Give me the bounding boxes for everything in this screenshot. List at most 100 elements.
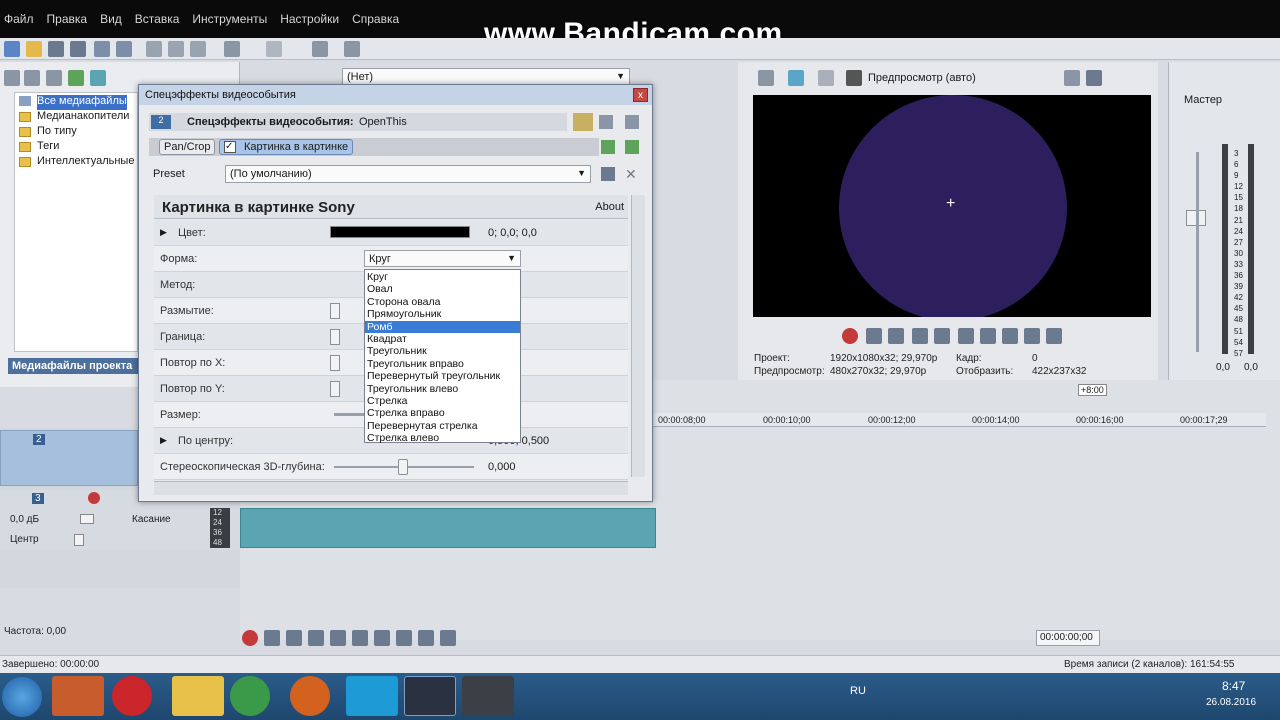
shape-select[interactable]: Круг ▼ xyxy=(364,250,521,267)
border-slider[interactable] xyxy=(330,329,340,345)
properties-icon[interactable] xyxy=(116,41,132,57)
prev-frame-icon[interactable] xyxy=(1024,328,1040,344)
language-indicator[interactable]: RU xyxy=(850,685,866,697)
list-view-icon[interactable] xyxy=(573,113,593,131)
refresh-icon[interactable] xyxy=(68,70,84,86)
shape-option[interactable]: Квадрат xyxy=(365,333,520,345)
pan-slider[interactable] xyxy=(74,534,84,546)
whats-this-icon[interactable] xyxy=(344,41,360,57)
menu-edit[interactable]: Правка xyxy=(47,12,88,26)
go-start-icon[interactable] xyxy=(374,630,390,646)
shape-option[interactable]: Сторона овала xyxy=(365,296,520,308)
arm-record-icon[interactable] xyxy=(88,492,100,504)
vegas-icon[interactable] xyxy=(404,676,456,716)
shape-option[interactable]: Перевернутый треугольник xyxy=(365,370,520,382)
save-as-icon[interactable] xyxy=(70,41,86,57)
media-player-icon[interactable] xyxy=(52,676,104,716)
render-icon[interactable] xyxy=(94,41,110,57)
loop-icon[interactable] xyxy=(264,630,280,646)
clock-date[interactable]: 26.08.2016 xyxy=(1206,697,1256,708)
go-end-icon[interactable] xyxy=(1002,328,1018,344)
prev-frame-icon[interactable] xyxy=(418,630,434,646)
menu-help[interactable]: Справка xyxy=(352,12,399,26)
redo-icon[interactable] xyxy=(266,41,282,57)
media-tab[interactable]: Медиафайлы проекта xyxy=(8,358,138,374)
pause-icon[interactable] xyxy=(934,328,950,344)
paste-icon[interactable] xyxy=(190,41,206,57)
shape-option[interactable]: Стрелка xyxy=(365,395,520,407)
pause-icon[interactable] xyxy=(330,630,346,646)
video-track-header[interactable]: 2 xyxy=(0,430,138,486)
search-icon[interactable] xyxy=(90,70,106,86)
menu-insert[interactable]: Вставка xyxy=(135,12,180,26)
bandicam-icon[interactable] xyxy=(462,676,514,716)
go-start-icon[interactable] xyxy=(980,328,996,344)
stop-icon[interactable] xyxy=(958,328,974,344)
tree-item-tags[interactable]: Теги xyxy=(19,140,59,155)
fx-icon[interactable] xyxy=(818,70,834,86)
stereo-depth-value[interactable]: 0,000 xyxy=(488,461,516,473)
preview-props-icon[interactable] xyxy=(758,70,774,86)
next-frame-icon[interactable] xyxy=(1046,328,1062,344)
cut-icon[interactable] xyxy=(146,41,162,57)
play-icon[interactable] xyxy=(912,328,928,344)
video-preview-screen[interactable]: + xyxy=(753,95,1151,317)
audio-event-waveform[interactable] xyxy=(240,508,656,548)
close-icon[interactable]: x xyxy=(633,88,648,102)
expand-icon[interactable]: ▶ xyxy=(160,435,167,446)
explorer-icon[interactable] xyxy=(172,676,224,716)
capture-icon[interactable] xyxy=(24,70,40,86)
plugin-chain-icon[interactable] xyxy=(601,140,615,154)
tree-item-by-type[interactable]: По типу xyxy=(19,125,77,140)
undo-icon[interactable] xyxy=(224,41,240,57)
start-button-icon[interactable] xyxy=(2,677,42,717)
shape-option[interactable]: Треугольник влево xyxy=(365,383,520,395)
loop-icon[interactable] xyxy=(866,328,882,344)
save-preset-icon[interactable] xyxy=(601,167,615,181)
repeat-x-slider[interactable] xyxy=(330,355,340,371)
import-icon[interactable] xyxy=(4,70,20,86)
automation-mode[interactable]: Касание xyxy=(132,514,171,525)
shape-option[interactable]: Треугольник xyxy=(365,345,520,357)
tree-item-all[interactable]: Все медиафайлы xyxy=(19,95,127,110)
menu-settings[interactable]: Настройки xyxy=(280,12,339,26)
menu-view[interactable]: Вид xyxy=(100,12,122,26)
record-icon[interactable] xyxy=(842,328,858,344)
stereo-depth-slider[interactable] xyxy=(334,459,474,475)
expand-icon[interactable]: ▶ xyxy=(160,227,167,238)
chain-pip[interactable]: ✓ Картинка в картинке xyxy=(219,139,354,155)
play-from-start-icon[interactable] xyxy=(888,328,904,344)
shape-option[interactable]: Круг xyxy=(365,271,520,283)
split-screen-icon[interactable] xyxy=(846,70,862,86)
remove-plugin-icon[interactable] xyxy=(625,140,639,154)
detail-view-icon[interactable] xyxy=(599,115,613,129)
opera-icon[interactable] xyxy=(112,676,152,716)
shape-option[interactable]: Перевернутая стрелка xyxy=(365,420,520,432)
save-icon[interactable] xyxy=(48,41,64,57)
menu-tools[interactable]: Инструменты xyxy=(192,12,267,26)
preset-select[interactable]: (По умолчанию) ▼ xyxy=(225,165,591,183)
shape-option[interactable]: Треугольник вправо xyxy=(365,358,520,370)
shape-option[interactable]: Стрелка влево xyxy=(365,432,520,444)
stop-icon[interactable] xyxy=(352,630,368,646)
clock-time[interactable]: 8:47 xyxy=(1222,679,1245,693)
volume-slider[interactable] xyxy=(80,514,94,524)
time-display[interactable]: 00:00:00;00 xyxy=(1036,630,1100,646)
next-frame-icon[interactable] xyxy=(440,630,456,646)
shape-option[interactable]: Прямоугольник xyxy=(365,308,520,320)
copy-icon[interactable] xyxy=(168,41,184,57)
chrome-icon[interactable] xyxy=(230,676,270,716)
color-swatch[interactable] xyxy=(330,226,470,238)
save-snapshot-icon[interactable] xyxy=(1086,70,1102,86)
record-icon[interactable] xyxy=(242,630,258,646)
open-folder-icon[interactable] xyxy=(26,41,42,57)
color-value[interactable]: 0; 0,0; 0,0 xyxy=(488,227,537,239)
shape-option[interactable]: Стрелка вправо xyxy=(365,407,520,419)
params-scrollbar-h[interactable] xyxy=(154,481,628,495)
play-from-start-icon[interactable] xyxy=(286,630,302,646)
about-link[interactable]: About xyxy=(595,201,624,213)
slider-knob[interactable] xyxy=(398,459,408,475)
preview-quality[interactable]: Предпросмотр (авто) xyxy=(868,72,976,84)
get-media-icon[interactable] xyxy=(46,70,62,86)
grid-view-icon[interactable] xyxy=(625,115,639,129)
